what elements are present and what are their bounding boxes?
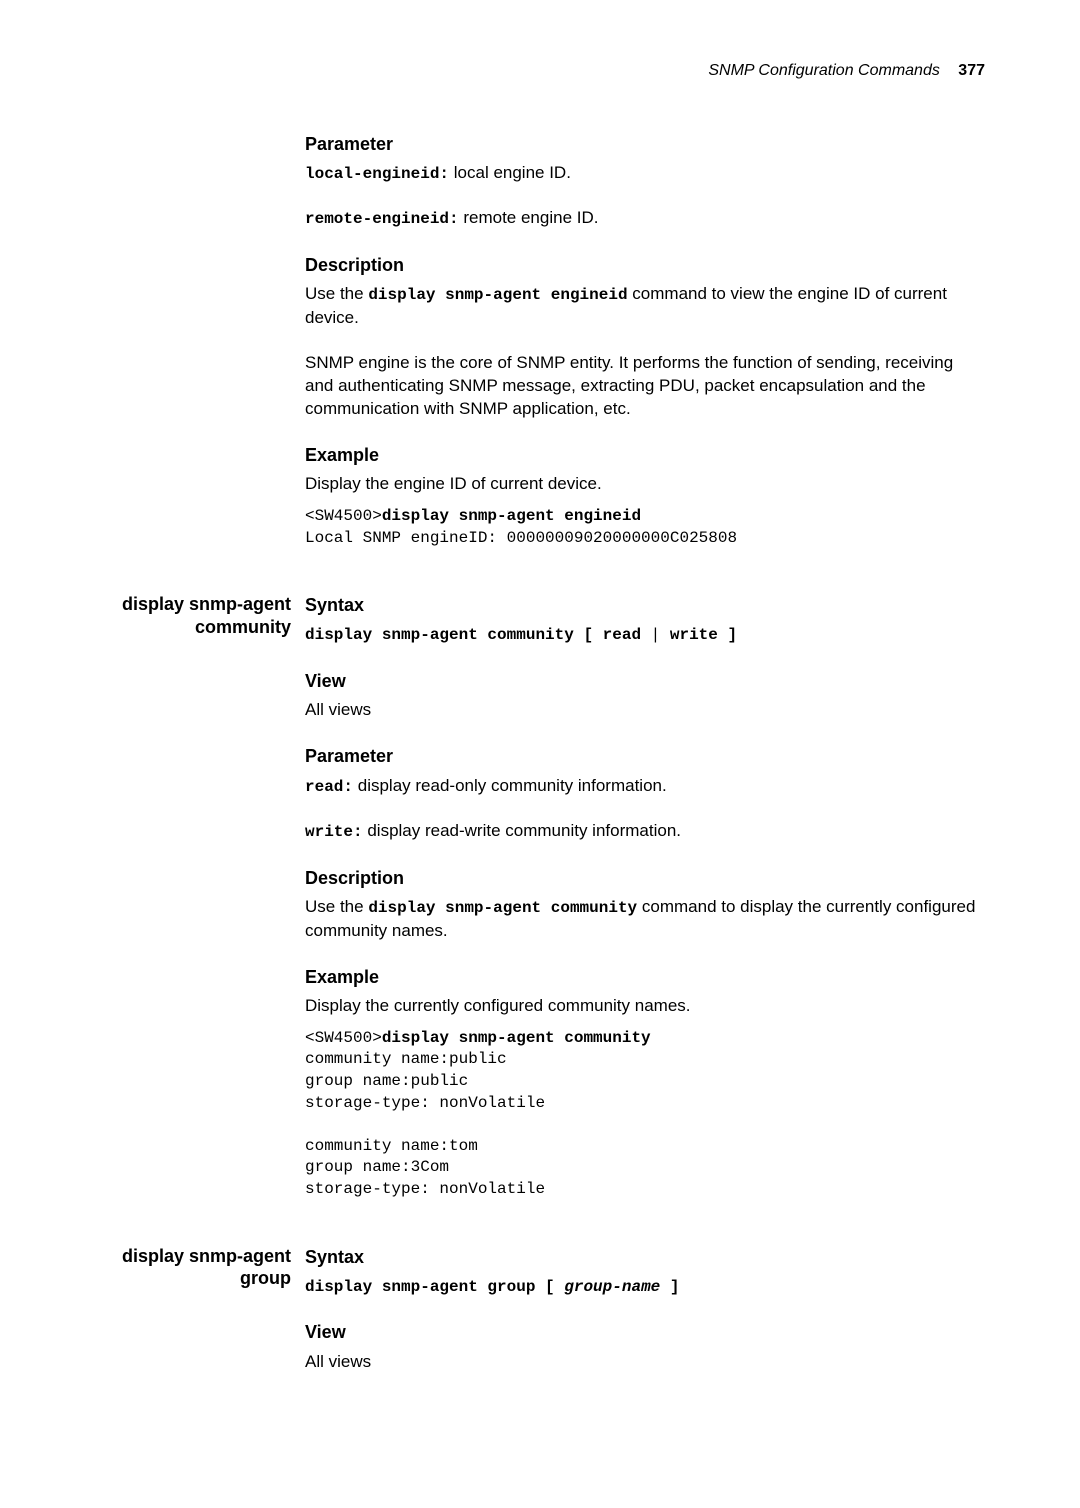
text-run: Display the engine ID of current device.: [305, 474, 602, 493]
content-block: Parameter local-engineid: local engine ID…: [305, 132, 985, 231]
spacer: [305, 195, 985, 207]
code-block: <SW4500>display snmp-agent engineid Loca…: [305, 506, 985, 549]
command-section: Parameter local-engineid: local engine ID…: [95, 132, 985, 572]
text-run: All views: [305, 700, 371, 719]
code-run: ]: [660, 1278, 679, 1296]
paragraph: write: display read-write community info…: [305, 820, 985, 844]
block-heading: Description: [305, 253, 985, 277]
mono-run: storage-type: nonVolatile: [305, 1180, 545, 1198]
command-section: display snmp-agent community Syntax displa…: [95, 593, 985, 1222]
main-column: Syntax display snmp-agent group [ group-n…: [305, 1245, 985, 1396]
side-label-column: display snmp-agent group: [95, 1245, 305, 1291]
code-run: local-engineid:: [305, 165, 449, 183]
running-header: SNMP Configuration Commands 377: [95, 60, 985, 82]
code-run: display snmp-agent engineid: [368, 286, 627, 304]
mono-run: <SW4500>: [305, 507, 382, 525]
paragraph: All views: [305, 699, 985, 722]
spacer: [95, 1396, 985, 1418]
command-label: display snmp-agent community: [95, 593, 291, 638]
code-block: <SW4500>display snmp-agent community com…: [305, 1028, 985, 1201]
content-block: Description Use the display snmp-agent co…: [305, 866, 985, 943]
mono-run: storage-type: nonVolatile: [305, 1094, 545, 1112]
command-section: display snmp-agent group Syntax display sn…: [95, 1245, 985, 1396]
paragraph: Display the currently configured communi…: [305, 995, 985, 1018]
content-block: View All views: [305, 669, 985, 722]
text-run: Use the: [305, 284, 368, 303]
code-run: display snmp-agent group [: [305, 1278, 564, 1296]
text-run: display read-write community information…: [363, 821, 681, 840]
block-heading: Parameter: [305, 132, 985, 156]
header-section-title: SNMP Configuration Commands: [708, 62, 940, 79]
mono-run: display snmp-agent engineid: [382, 507, 641, 525]
code-run: read:: [305, 778, 353, 796]
code-run: group-name: [564, 1278, 660, 1296]
block-heading: Example: [305, 965, 985, 989]
paragraph: All views: [305, 1351, 985, 1374]
content-block: Syntax display snmp-agent community [ rea…: [305, 593, 985, 647]
mono-run: group name:public: [305, 1072, 468, 1090]
content-block: Description Use the display snmp-agent en…: [305, 253, 985, 421]
command-label: display snmp-agent group: [95, 1245, 291, 1290]
mono-run: Local SNMP engineID: 00000009020000000C0…: [305, 529, 737, 547]
document-page: SNMP Configuration Commands 377 Paramete…: [0, 0, 1080, 1508]
mono-run: group name:3Com: [305, 1158, 449, 1176]
block-heading: View: [305, 669, 985, 693]
code-run: write ]: [660, 626, 737, 644]
code-run: write:: [305, 823, 363, 841]
text-run: Use the: [305, 897, 368, 916]
paragraph: Use the display snmp-agent community com…: [305, 896, 985, 943]
code-run: display snmp-agent community: [368, 899, 637, 917]
spacer: [305, 340, 985, 352]
content-block: Parameter read: display read-only communi…: [305, 744, 985, 843]
content-block: View All views: [305, 1320, 985, 1373]
text-run: remote engine ID.: [459, 208, 599, 227]
code-run: display snmp-agent community [ read: [305, 626, 651, 644]
block-heading: Syntax: [305, 593, 985, 617]
mono-run: community name:tom: [305, 1137, 478, 1155]
page-content: Parameter local-engineid: local engine ID…: [95, 132, 985, 1418]
block-heading: Syntax: [305, 1245, 985, 1269]
content-block: Syntax display snmp-agent group [ group-n…: [305, 1245, 985, 1299]
paragraph: local-engineid: local engine ID.: [305, 162, 985, 186]
paragraph: remote-engineid: remote engine ID.: [305, 207, 985, 231]
mono-run: community name:public: [305, 1050, 507, 1068]
paragraph: display snmp-agent community [ read | wr…: [305, 623, 985, 647]
side-label-column: display snmp-agent community: [95, 593, 305, 639]
mono-run: <SW4500>: [305, 1029, 382, 1047]
content-block: Example Display the engine ID of current …: [305, 443, 985, 549]
text-run: Display the currently configured communi…: [305, 996, 691, 1015]
spacer: [95, 1223, 985, 1245]
code-run: remote-engineid:: [305, 210, 459, 228]
spacer: [95, 571, 985, 593]
text-run: All views: [305, 1352, 371, 1371]
paragraph: Use the display snmp-agent engineid comm…: [305, 283, 985, 330]
mono-run: display snmp-agent community: [382, 1029, 651, 1047]
paragraph: display snmp-agent group [ group-name ]: [305, 1275, 985, 1299]
text-run: local engine ID.: [449, 163, 571, 182]
header-page-number: 377: [958, 62, 985, 79]
spacer: [305, 808, 985, 820]
text-run: display read-only community information.: [353, 776, 667, 795]
paragraph: read: display read-only community inform…: [305, 775, 985, 799]
main-column: Syntax display snmp-agent community [ rea…: [305, 593, 985, 1222]
main-column: Parameter local-engineid: local engine ID…: [305, 132, 985, 572]
block-heading: Example: [305, 443, 985, 467]
code-run: |: [651, 626, 661, 644]
text-run: SNMP engine is the core of SNMP entity. …: [305, 353, 953, 418]
paragraph: Display the engine ID of current device.: [305, 473, 985, 496]
block-heading: View: [305, 1320, 985, 1344]
content-block: Example Display the currently configured …: [305, 965, 985, 1201]
paragraph: SNMP engine is the core of SNMP entity. …: [305, 352, 985, 421]
block-heading: Description: [305, 866, 985, 890]
block-heading: Parameter: [305, 744, 985, 768]
